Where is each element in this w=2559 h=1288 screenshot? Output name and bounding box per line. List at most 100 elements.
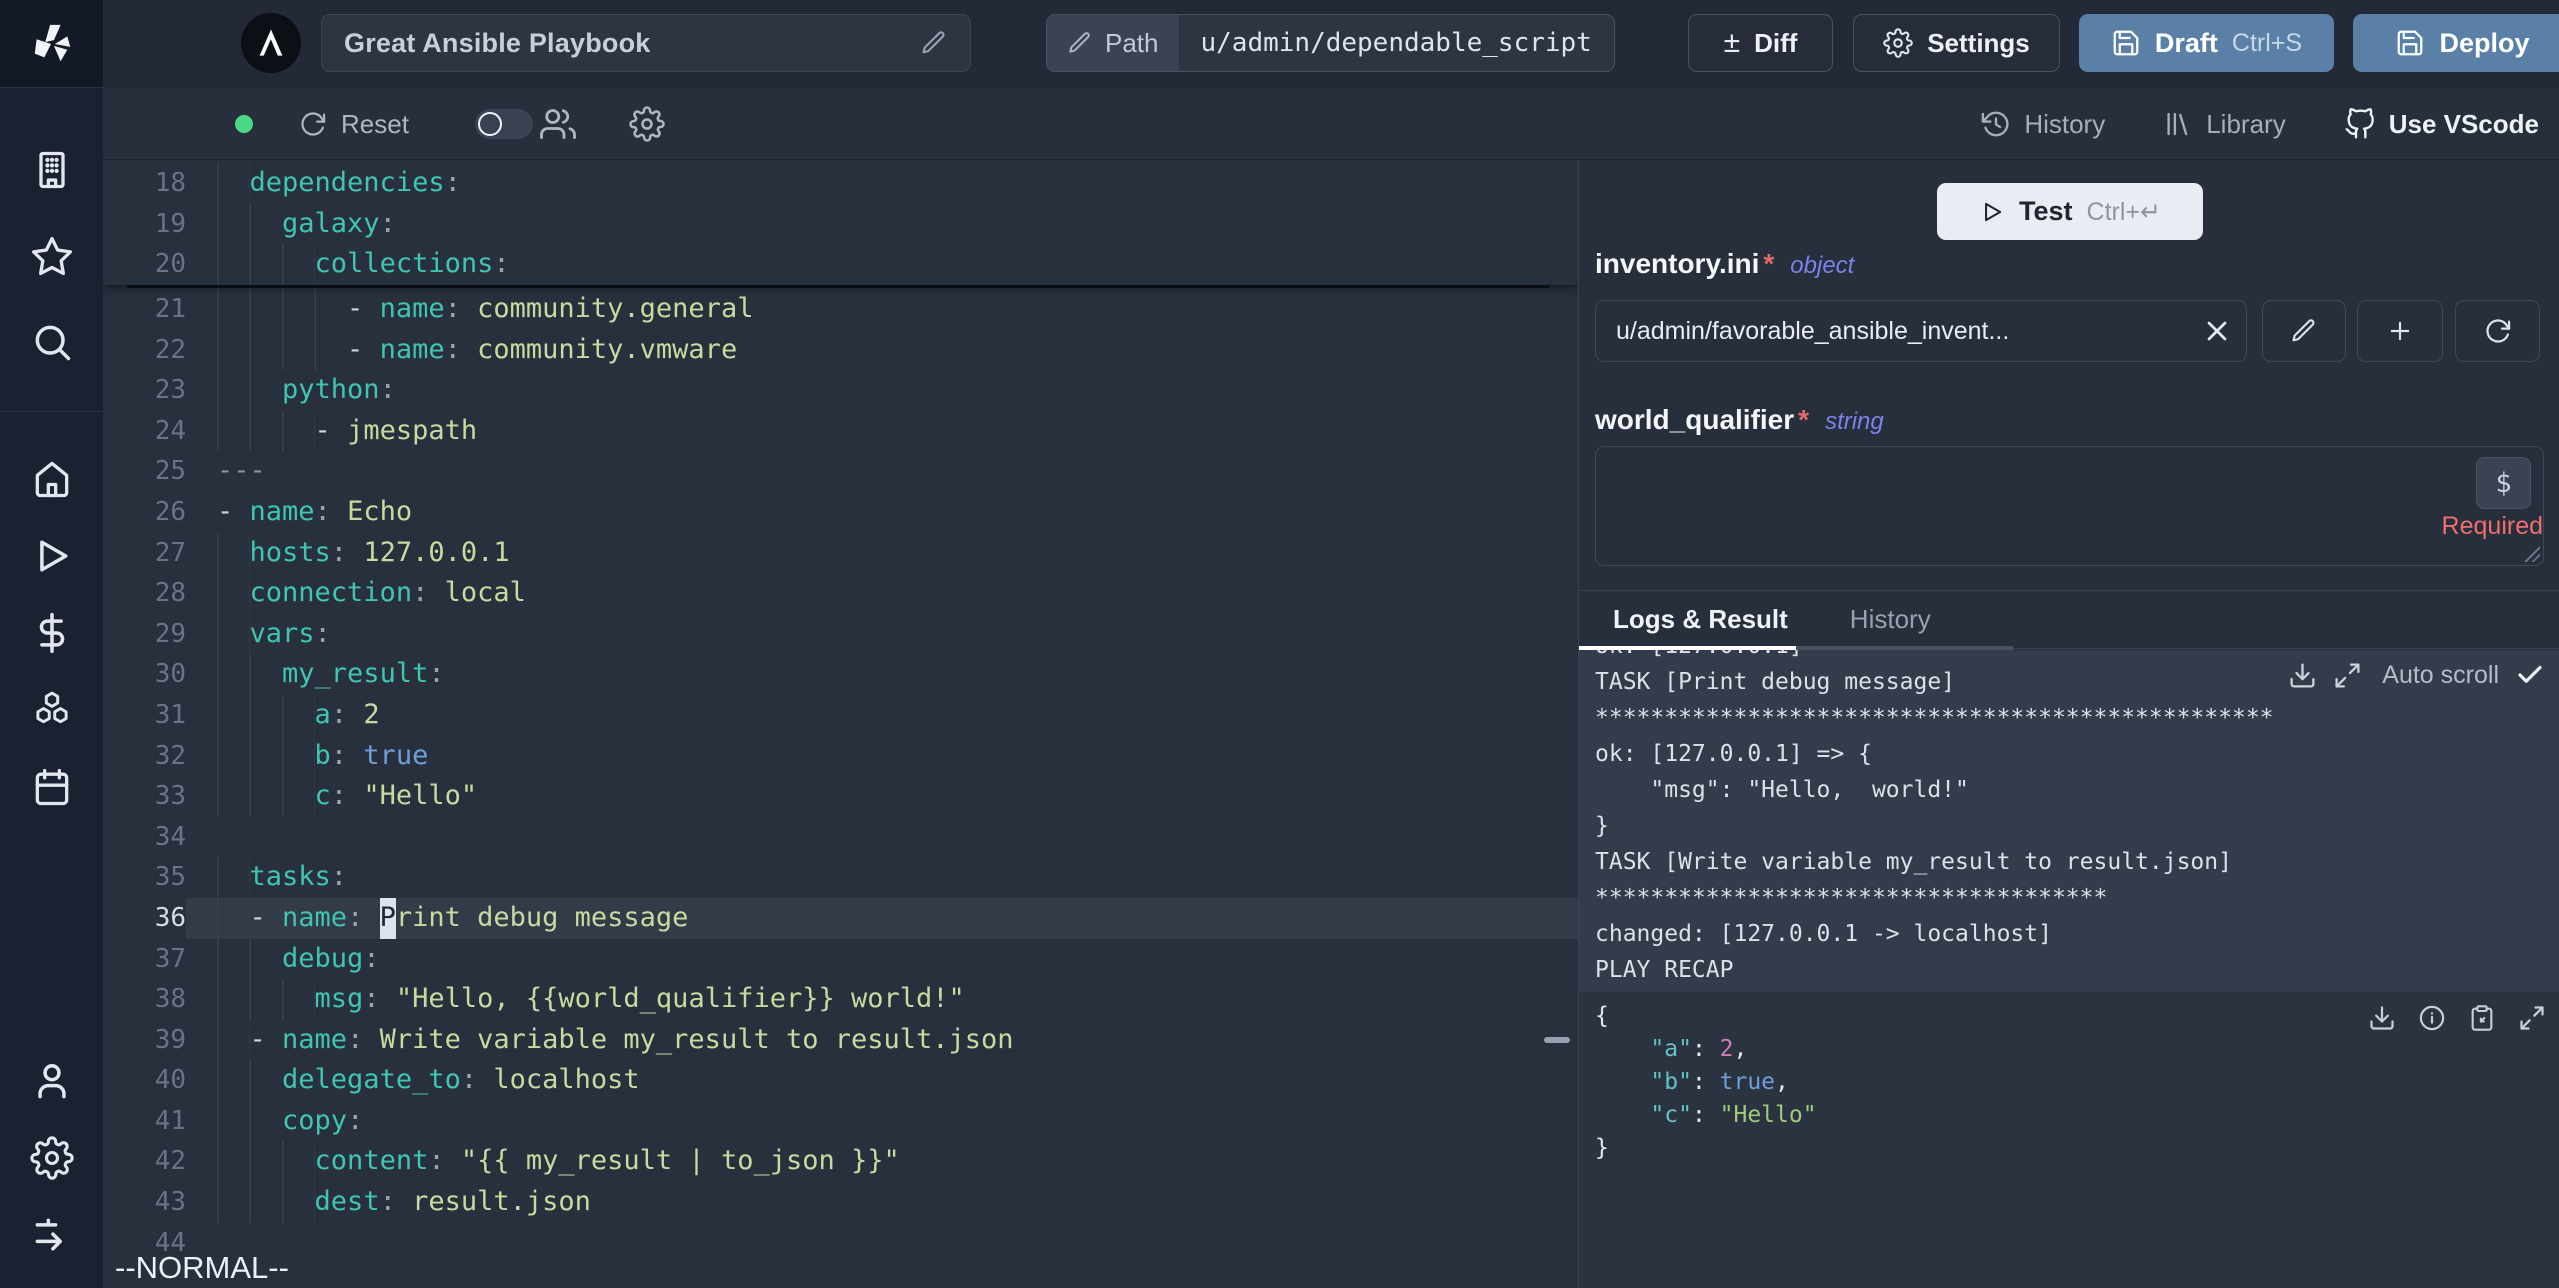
code-line-21[interactable]: 21 - name: community.general (103, 289, 1578, 330)
windmill-pinwheel-icon (34, 24, 70, 61)
windmill-logo[interactable] (0, 0, 103, 88)
code-line-37[interactable]: 37 debug: (103, 938, 1578, 980)
code-editor[interactable]: 18 dependencies:19 galaxy:20 collections… (103, 160, 1578, 1288)
insert-variable-button[interactable]: $ (2476, 457, 2531, 509)
code-line-31[interactable]: 31 a: 2 (103, 694, 1578, 736)
toggle-switch[interactable] (475, 109, 533, 139)
code-line-19[interactable]: 19 galaxy: (103, 203, 1578, 245)
draft-shortcut: Ctrl+S (2231, 28, 2303, 57)
deploy-button[interactable]: Deploy (2353, 14, 2559, 72)
sidebar (0, 0, 103, 1288)
code-line-42[interactable]: 42 content: "{{ my_result | to_json }}" (103, 1141, 1578, 1183)
expand-result-icon[interactable] (2518, 1004, 2546, 1032)
editor-settings-gear-icon[interactable] (629, 106, 665, 142)
sidebar-item-resources[interactable] (0, 671, 103, 748)
toggle-knob (478, 112, 502, 136)
sticky-scroll-lines[interactable]: 18 dependencies:19 galaxy:20 collections… (103, 160, 1578, 285)
code-line-23[interactable]: 23 python: (103, 370, 1578, 411)
code-line-33[interactable]: 33 c: "Hello" (103, 776, 1578, 817)
sidebar-item-account[interactable] (0, 1042, 103, 1119)
sidebar-item-home[interactable] (0, 440, 103, 517)
autoscroll-label: Auto scroll (2382, 660, 2499, 689)
download-logs-icon[interactable] (2288, 661, 2317, 690)
result-controls (2368, 1004, 2546, 1032)
sidebar-item-favorites[interactable] (0, 213, 103, 299)
inventory-input[interactable] (1595, 300, 2247, 362)
code-line-34[interactable]: 34 (103, 817, 1578, 858)
vscode-label: Use VScode (2388, 108, 2539, 139)
code-line-39[interactable]: 39 - name: Write variable my_result to r… (103, 1019, 1578, 1061)
code-lines[interactable]: 21 - name: community.general 22 - name: c… (103, 289, 1578, 1263)
required-error: Required (2441, 512, 2543, 540)
library-button[interactable]: Library (2163, 109, 2286, 140)
cubes-icon (30, 688, 74, 732)
toolbar-right: History Library Use VScode (1981, 88, 2539, 160)
sidebar-item-logout[interactable] (0, 1196, 103, 1273)
edit-resource-button[interactable] (2262, 300, 2346, 362)
path-group[interactable]: Path u/admin/dependable_script (1046, 14, 1615, 72)
info-icon[interactable] (2418, 1004, 2446, 1032)
result-json[interactable]: { "a": 2, "b": true, "c": "Hello"} (1595, 1000, 1817, 1165)
copy-clipboard-icon[interactable] (2468, 1004, 2496, 1032)
building-icon (30, 148, 74, 192)
sidebar-item-workspace[interactable] (0, 127, 103, 213)
refresh-resource-button[interactable] (2455, 300, 2540, 362)
log-line: TASK [Write variable my_result to result… (1595, 849, 2232, 875)
collaborators-users-icon[interactable] (540, 106, 576, 142)
settings-button[interactable]: Settings (1853, 14, 2060, 72)
code-line-40[interactable]: 40 delegate_to: localhost (103, 1060, 1578, 1101)
code-line-38[interactable]: 38 msg: "Hello, {{world_qualifier}} worl… (103, 979, 1578, 1020)
test-button[interactable]: Test Ctrl+↵ (1937, 183, 2203, 240)
log-output[interactable]: ok: [127.0.0.1]TASK [Print debug message… (1579, 650, 2559, 992)
pencil-icon (1067, 30, 1093, 56)
code-line-29[interactable]: 29 vars: (103, 613, 1578, 655)
plus-icon (2386, 317, 2414, 345)
code-line-32[interactable]: 32 b: true (103, 735, 1578, 777)
script-title-box[interactable]: Great Ansible Playbook (321, 14, 971, 72)
tab-history[interactable]: History (1850, 604, 1931, 647)
expand-logs-icon[interactable] (2333, 661, 2362, 690)
path-button[interactable]: Path (1047, 15, 1179, 71)
sidebar-item-search[interactable] (0, 299, 103, 385)
diff-button[interactable]: ± Diff (1688, 14, 1833, 72)
sticky-scroll-shadow (127, 285, 1550, 288)
edit-title-pencil-icon[interactable] (920, 29, 948, 57)
editor-overview-marker[interactable] (1544, 1037, 1570, 1043)
field-type: string (1825, 408, 1884, 435)
code-line-18[interactable]: 18 dependencies: (103, 163, 1578, 204)
reset-button[interactable]: Reset (299, 104, 409, 144)
log-line: ************************************* (1595, 885, 2108, 911)
code-line-22[interactable]: 22 - name: community.vmware (103, 329, 1578, 371)
required-asterisk: * (1763, 248, 1775, 279)
sidebar-item-schedules[interactable] (0, 748, 103, 825)
sidebar-item-runs[interactable] (0, 517, 103, 594)
code-line-28[interactable]: 28 connection: local (103, 573, 1578, 614)
draft-button[interactable]: Draft Ctrl+S (2079, 14, 2334, 72)
add-resource-button[interactable] (2357, 300, 2443, 362)
code-line-26[interactable]: 26- name: Echo (103, 492, 1578, 533)
code-line-24[interactable]: 24 - jmespath (103, 410, 1578, 452)
autoscroll-check-icon[interactable] (2515, 660, 2545, 690)
code-line-36[interactable]: 36 - name: Print debug message (103, 897, 1578, 939)
code-line-35[interactable]: 35 tasks: (103, 857, 1578, 898)
settings-label: Settings (1927, 27, 2030, 58)
log-line: ****************************************… (1595, 705, 2274, 731)
logout-icon (30, 1213, 74, 1257)
sidebar-item-settings[interactable] (0, 1119, 103, 1196)
code-line-30[interactable]: 30 my_result: (103, 654, 1578, 695)
field-label-world-qualifier: world_qualifier * string (1595, 404, 1884, 436)
resize-handle[interactable] (2524, 546, 2540, 562)
tab-logs-result[interactable]: Logs & Result (1613, 604, 1788, 647)
code-line-20[interactable]: 20 collections: (103, 244, 1578, 285)
code-line-25[interactable]: 25 --- (103, 451, 1578, 492)
use-vscode-button[interactable]: Use VScode (2344, 108, 2539, 140)
code-line-41[interactable]: 41 copy: (103, 1100, 1578, 1142)
code-line-27[interactable]: 27 hosts: 127.0.0.1 (103, 532, 1578, 574)
sidebar-item-variables[interactable] (0, 594, 103, 671)
history-button[interactable]: History (1981, 109, 2105, 140)
clear-value-x-icon[interactable] (2201, 315, 2233, 347)
code-line-44[interactable]: 44 (103, 1223, 1578, 1264)
world-qualifier-input[interactable] (1596, 447, 2543, 565)
download-result-icon[interactable] (2368, 1004, 2396, 1032)
code-line-43[interactable]: 43 dest: result.json (103, 1182, 1578, 1223)
